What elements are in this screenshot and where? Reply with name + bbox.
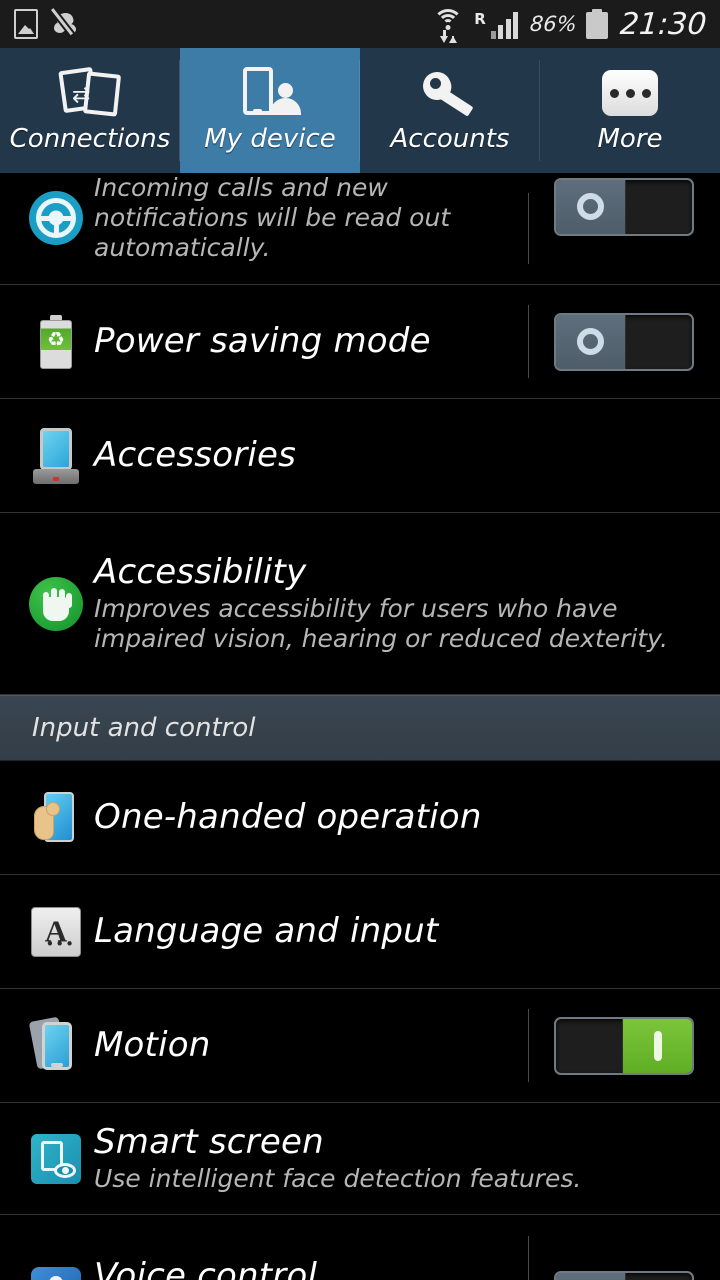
- language-a-icon: A •••: [18, 906, 94, 957]
- my-device-icon: [239, 64, 301, 122]
- voice-control-toggle[interactable]: [554, 1271, 694, 1280]
- list-item-smart-screen[interactable]: Smart screen Use intelligent face detect…: [0, 1103, 720, 1215]
- accessibility-subtitle: Improves accessibility for users who hav…: [94, 593, 668, 653]
- motion-title: Motion: [94, 1025, 211, 1066]
- tab-accounts-label: Accounts: [390, 124, 510, 154]
- tab-more-label: More: [597, 124, 663, 154]
- language-and-input-text: Language and input: [94, 912, 720, 950]
- section-header-input-and-control: Input and control: [0, 695, 720, 761]
- motion-toggle[interactable]: [554, 1016, 694, 1075]
- accessories-text: Accessories: [94, 436, 720, 474]
- tab-my-device[interactable]: My device: [180, 48, 360, 173]
- accessibility-text: Accessibility Improves accessibility for…: [94, 553, 720, 653]
- status-bar-right-icons: R 86% 21:30: [431, 6, 708, 43]
- tab-bar: ⇄ Connections My device Accounts More: [0, 48, 720, 173]
- one-handed-operation-title: One-handed operation: [94, 797, 482, 838]
- accessibility-title: Accessibility: [94, 552, 307, 593]
- smart-screen-title: Smart screen: [94, 1122, 324, 1163]
- battery-recycle-icon: ♻: [18, 314, 94, 369]
- tab-more[interactable]: More: [540, 48, 720, 173]
- driving-mode-text: Incoming calls and new notifications wil…: [94, 173, 528, 263]
- list-item-driving-mode[interactable]: Incoming calls and new notifications wil…: [0, 173, 720, 285]
- tab-my-device-label: My device: [204, 124, 336, 154]
- status-bar: R 86% 21:30: [0, 0, 720, 48]
- settings-list: Incoming calls and new notifications wil…: [0, 173, 720, 1280]
- voice-control-text: Voice control: [94, 1249, 528, 1280]
- clock-label: 21:30: [618, 6, 708, 42]
- roaming-indicator: R: [474, 9, 486, 28]
- connections-icon: ⇄: [58, 64, 122, 122]
- list-item-accessibility[interactable]: Accessibility Improves accessibility for…: [0, 513, 720, 695]
- tab-connections[interactable]: ⇄ Connections: [0, 48, 180, 173]
- voice-control-toggle-cell: [528, 1215, 720, 1280]
- status-bar-left-icons: [14, 8, 82, 40]
- list-item-voice-control[interactable]: Voice control: [0, 1215, 720, 1280]
- signal-bars-icon: [490, 9, 521, 39]
- motion-phones-icon: [18, 1016, 94, 1074]
- power-saving-mode-title: Power saving mode: [94, 321, 431, 362]
- list-item-one-handed-operation[interactable]: One-handed operation: [0, 761, 720, 875]
- smart-screen-eye-icon: [18, 1133, 94, 1184]
- wifi-transfer-icon: [431, 7, 465, 43]
- motion-text: Motion: [94, 1026, 528, 1064]
- driving-mode-toggle[interactable]: [554, 177, 694, 236]
- one-handed-icon: [18, 790, 94, 846]
- steering-wheel-icon: [18, 190, 94, 245]
- voice-mic-icon: [18, 1227, 94, 1280]
- sound-mute-icon: [51, 8, 82, 40]
- key-icon: [419, 64, 479, 122]
- phone-dock-icon: [18, 427, 94, 484]
- list-item-accessories[interactable]: Accessories: [0, 399, 720, 513]
- more-dots-icon: [602, 64, 658, 122]
- tab-connections-label: Connections: [9, 124, 171, 154]
- power-saving-mode-toggle[interactable]: [554, 312, 694, 371]
- driving-mode-toggle-cell: [528, 173, 720, 284]
- driving-mode-subtitle: Incoming calls and new notifications wil…: [94, 172, 451, 262]
- green-hand-icon: [18, 576, 94, 631]
- smart-screen-subtitle: Use intelligent face detection features.: [94, 1163, 582, 1193]
- one-handed-operation-text: One-handed operation: [94, 798, 720, 836]
- tab-accounts[interactable]: Accounts: [360, 48, 540, 173]
- voice-control-title: Voice control: [94, 1255, 318, 1280]
- list-item-power-saving-mode[interactable]: ♻ Power saving mode: [0, 285, 720, 399]
- battery-icon: [585, 9, 608, 39]
- accessories-title: Accessories: [94, 435, 297, 476]
- power-saving-mode-text: Power saving mode: [94, 322, 528, 360]
- list-item-motion[interactable]: Motion: [0, 989, 720, 1103]
- power-saving-mode-toggle-cell: [528, 285, 720, 398]
- language-and-input-title: Language and input: [94, 911, 439, 952]
- smart-screen-text: Smart screen Use intelligent face detect…: [94, 1123, 720, 1193]
- motion-toggle-cell: [528, 989, 720, 1102]
- screenshot-icon: [14, 9, 38, 39]
- battery-percent-label: 86%: [528, 12, 578, 36]
- list-item-language-and-input[interactable]: A ••• Language and input: [0, 875, 720, 989]
- section-header-label: Input and control: [32, 713, 256, 743]
